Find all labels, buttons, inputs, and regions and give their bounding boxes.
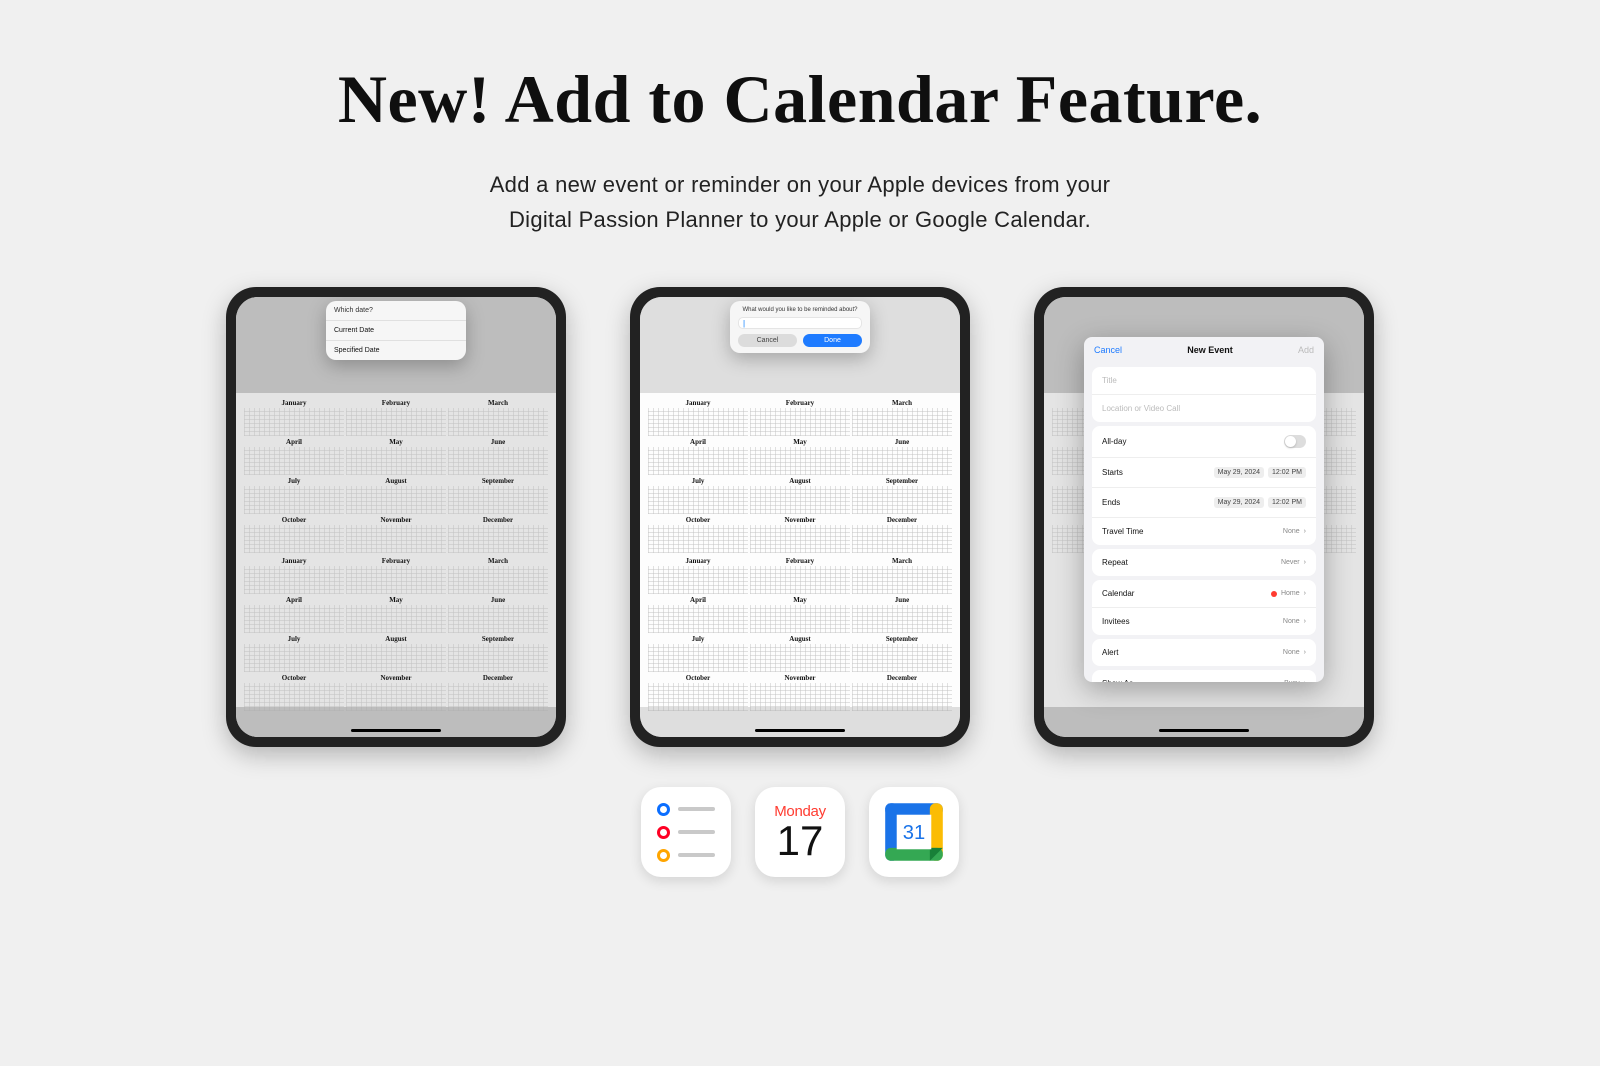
month-cell: January bbox=[648, 399, 748, 436]
month-cell: August bbox=[750, 635, 850, 672]
subtitle-line1: Add a new event or reminder on your Appl… bbox=[490, 172, 1111, 197]
month-cell: February bbox=[750, 557, 850, 594]
popover-header: Which date? bbox=[326, 301, 466, 321]
ipad-frame-1: JanuaryFebruaryMarchAprilMayJuneJulyAugu… bbox=[226, 287, 566, 747]
month-cell: December bbox=[448, 516, 548, 553]
event-sheet-title: New Event bbox=[1187, 345, 1233, 355]
google-calendar-icon: 31 bbox=[878, 796, 950, 868]
month-cell: May bbox=[750, 438, 850, 475]
event-showas-row[interactable]: Show As Busy › bbox=[1092, 670, 1316, 682]
month-cell: January bbox=[244, 557, 344, 594]
cancel-button[interactable]: Cancel bbox=[738, 334, 797, 347]
reminder-prompt-label: What would you like to be reminded about… bbox=[738, 307, 862, 313]
month-cell: December bbox=[448, 674, 548, 711]
month-cell: July bbox=[244, 635, 344, 672]
month-cell: August bbox=[346, 635, 446, 672]
event-location-field[interactable]: Location or Video Call bbox=[1092, 395, 1316, 422]
month-cell: February bbox=[750, 399, 850, 436]
year-view-right: JanuaryFebruaryMarch AprilMayJune JulyAugu… bbox=[244, 557, 548, 711]
month-cell: April bbox=[648, 596, 748, 633]
month-cell: May bbox=[750, 596, 850, 633]
apple-cal-date: 17 bbox=[774, 820, 826, 862]
event-repeat-row[interactable]: Repeat Never › bbox=[1092, 549, 1316, 576]
month-cell: December bbox=[852, 674, 952, 711]
year-view-right-2: JanuaryFebruaryMarch AprilMayJune JulyAugu… bbox=[648, 557, 952, 711]
which-date-popover: Which date? Current Date Specified Date bbox=[326, 301, 466, 360]
month-cell: April bbox=[244, 438, 344, 475]
month-cell: September bbox=[852, 477, 952, 514]
month-cell: December bbox=[852, 516, 952, 553]
event-alert-row[interactable]: Alert None › bbox=[1092, 639, 1316, 666]
month-cell: February bbox=[346, 557, 446, 594]
allday-toggle[interactable] bbox=[1284, 435, 1306, 448]
google-calendar-app-icon: 31 bbox=[869, 787, 959, 877]
month-cell: July bbox=[648, 477, 748, 514]
month-cell: October bbox=[244, 516, 344, 553]
month-cell: September bbox=[852, 635, 952, 672]
year-view-left-2: JanuaryFebruaryMarch AprilMayJune JulyAugu… bbox=[648, 399, 952, 553]
reminders-app-icon bbox=[641, 787, 731, 877]
page-title: New! Add to Calendar Feature. bbox=[40, 60, 1560, 139]
page-subtitle: Add a new event or reminder on your Appl… bbox=[40, 167, 1560, 237]
month-cell: November bbox=[750, 516, 850, 553]
event-add-button[interactable]: Add bbox=[1298, 345, 1314, 355]
month-cell: April bbox=[648, 438, 748, 475]
event-ends-row[interactable]: Ends May 29, 202412:02 PM bbox=[1092, 488, 1316, 518]
month-cell: June bbox=[448, 438, 548, 475]
event-starts-row[interactable]: Starts May 29, 202412:02 PM bbox=[1092, 458, 1316, 488]
month-cell: February bbox=[346, 399, 446, 436]
month-cell: November bbox=[750, 674, 850, 711]
month-cell: June bbox=[852, 438, 952, 475]
ipad-showcase-row: JanuaryFebruaryMarchAprilMayJuneJulyAugu… bbox=[40, 287, 1560, 747]
ipad-screen-2: JanuaryFebruaryMarchAprilMayJuneJulyAugu… bbox=[640, 297, 960, 737]
apple-calendar-app-icon: Monday 17 bbox=[755, 787, 845, 877]
event-invitees-row[interactable]: Invitees None › bbox=[1092, 608, 1316, 635]
event-cancel-button[interactable]: Cancel bbox=[1094, 345, 1122, 355]
month-cell: October bbox=[244, 674, 344, 711]
month-cell: May bbox=[346, 596, 446, 633]
popover-option-current-date[interactable]: Current Date bbox=[326, 321, 466, 341]
month-cell: March bbox=[852, 557, 952, 594]
month-cell: November bbox=[346, 674, 446, 711]
done-button[interactable]: Done bbox=[803, 334, 862, 347]
ipad-frame-2: JanuaryFebruaryMarchAprilMayJuneJulyAugu… bbox=[630, 287, 970, 747]
event-calendar-row[interactable]: Calendar Home › bbox=[1092, 580, 1316, 608]
month-cell: September bbox=[448, 477, 548, 514]
month-cell: October bbox=[648, 516, 748, 553]
month-cell: July bbox=[648, 635, 748, 672]
month-cell: April bbox=[244, 596, 344, 633]
month-cell: May bbox=[346, 438, 446, 475]
google-cal-date: 31 bbox=[903, 823, 925, 845]
month-cell: June bbox=[852, 596, 952, 633]
new-event-sheet: Cancel New Event Add Title Location or V… bbox=[1084, 337, 1324, 682]
month-cell: January bbox=[648, 557, 748, 594]
app-icons-row: Monday 17 31 bbox=[40, 787, 1560, 877]
month-cell: October bbox=[648, 674, 748, 711]
ipad-screen-3: JanuaryFebruaryMarchAprilMayJuneJulyAugu… bbox=[1044, 297, 1364, 737]
month-cell: August bbox=[750, 477, 850, 514]
month-cell: June bbox=[448, 596, 548, 633]
month-cell: August bbox=[346, 477, 446, 514]
month-cell: July bbox=[244, 477, 344, 514]
reminder-prompt-popover: What would you like to be reminded about… bbox=[730, 301, 870, 353]
ipad-frame-3: JanuaryFebruaryMarchAprilMayJuneJulyAugu… bbox=[1034, 287, 1374, 747]
month-cell: March bbox=[448, 399, 548, 436]
year-view-left: JanuaryFebruaryMarch AprilMayJune JulyAugu… bbox=[244, 399, 548, 553]
month-cell: January bbox=[244, 399, 344, 436]
month-cell: March bbox=[448, 557, 548, 594]
month-cell: March bbox=[852, 399, 952, 436]
month-cell: November bbox=[346, 516, 446, 553]
ipad-screen-1: JanuaryFebruaryMarchAprilMayJuneJulyAugu… bbox=[236, 297, 556, 737]
event-travel-row[interactable]: Travel Time None › bbox=[1092, 518, 1316, 545]
subtitle-line2: Digital Passion Planner to your Apple or… bbox=[509, 207, 1091, 232]
month-cell: September bbox=[448, 635, 548, 672]
popover-option-specified-date[interactable]: Specified Date bbox=[326, 341, 466, 360]
reminder-text-input[interactable] bbox=[738, 317, 862, 329]
event-title-field[interactable]: Title bbox=[1092, 367, 1316, 395]
event-allday-row[interactable]: All-day bbox=[1092, 426, 1316, 458]
